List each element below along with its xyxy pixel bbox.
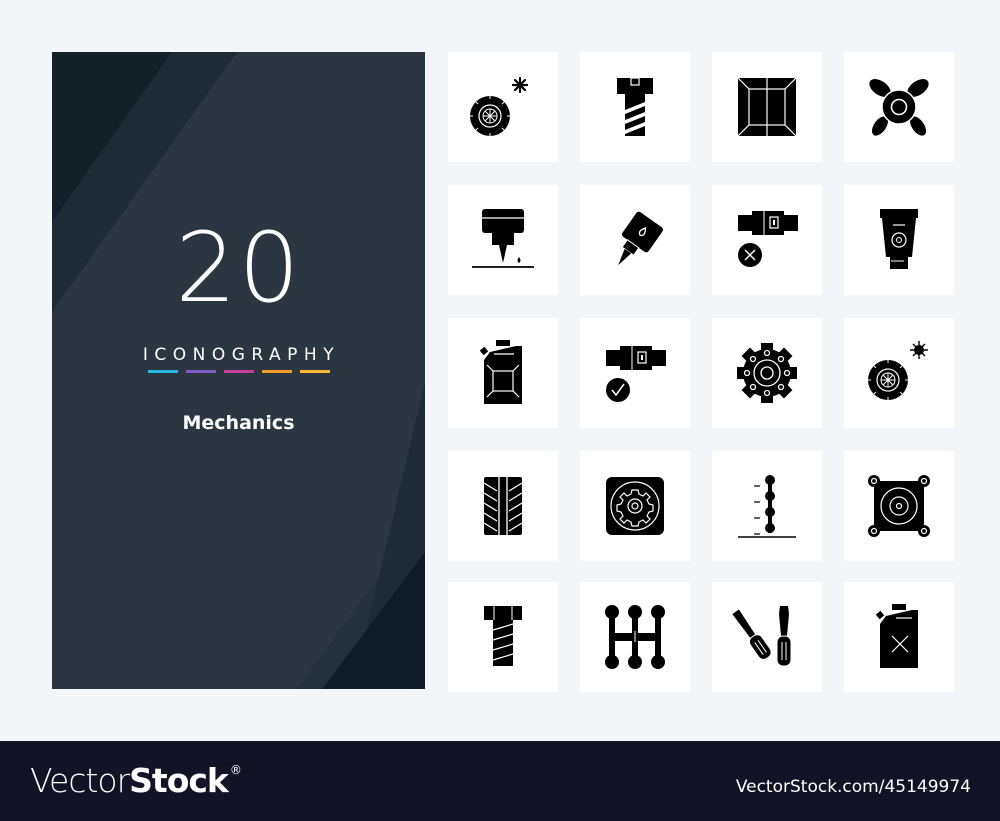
speaker-mount-icon xyxy=(868,475,930,537)
footer-bar: VectorStock ® VectorStock.com/45149974 xyxy=(0,741,1000,821)
accent-bar xyxy=(148,370,178,373)
icon-tile xyxy=(580,185,690,295)
icon-tile xyxy=(844,318,954,428)
vectorstock-logo[interactable]: VectorStock ® xyxy=(30,761,242,800)
icon-tile xyxy=(712,185,822,295)
icon-tile xyxy=(844,451,954,561)
jerrycan-icon xyxy=(479,340,522,404)
suspension-height-icon xyxy=(738,475,796,538)
screwdrivers-icon xyxy=(732,606,792,667)
gear-shifter-icon xyxy=(605,605,665,669)
jerrycan-empty-icon xyxy=(875,604,918,668)
icon-tile xyxy=(712,52,822,162)
propeller-fan-icon xyxy=(869,79,929,136)
tire-sun-icon xyxy=(868,341,928,400)
icon-tile xyxy=(448,318,558,428)
registered-mark: ® xyxy=(229,763,242,777)
accent-bar xyxy=(224,370,254,373)
accent-bar xyxy=(186,370,216,373)
icon-tile xyxy=(844,52,954,162)
seatbelt-cross-icon xyxy=(738,211,798,267)
box-crate-icon xyxy=(737,77,797,137)
set-title: Mechanics xyxy=(182,412,295,434)
accent-bar xyxy=(300,370,330,373)
icon-tile xyxy=(580,582,690,692)
tire-tread-icon xyxy=(483,477,523,535)
screw-bolt-icon xyxy=(617,77,653,136)
icon-tile xyxy=(712,318,822,428)
iconography-label: ICONOGRAPHY xyxy=(142,345,341,365)
accent-bar xyxy=(262,370,292,373)
seatbelt-check-icon xyxy=(606,346,666,402)
icon-tile xyxy=(580,451,690,561)
icon-tile xyxy=(844,582,954,692)
icon-tile xyxy=(844,185,954,295)
cnc-drill-icon xyxy=(472,209,534,268)
gear-panel-icon xyxy=(606,477,664,535)
icon-tile xyxy=(448,185,558,295)
icon-tile xyxy=(580,318,690,428)
icon-count: 20 xyxy=(175,212,302,324)
tire-snowflake-icon xyxy=(470,76,529,136)
icon-tile xyxy=(712,582,822,692)
icon-tile xyxy=(580,52,690,162)
cream-tube-icon xyxy=(880,209,918,269)
accent-bars xyxy=(148,370,330,373)
icon-tile xyxy=(712,451,822,561)
gear-icon xyxy=(737,343,797,403)
icon-tile xyxy=(448,52,558,162)
icon-tile xyxy=(448,451,558,561)
oil-gun-icon xyxy=(618,211,664,266)
image-url[interactable]: VectorStock.com/45149974 xyxy=(736,777,971,797)
brand-bold: Stock xyxy=(129,761,229,800)
cover-panel: 20 ICONOGRAPHY Mechanics xyxy=(52,52,425,689)
brand-light: Vector xyxy=(30,761,130,800)
bolt-icon xyxy=(484,606,522,666)
icon-tile xyxy=(448,582,558,692)
